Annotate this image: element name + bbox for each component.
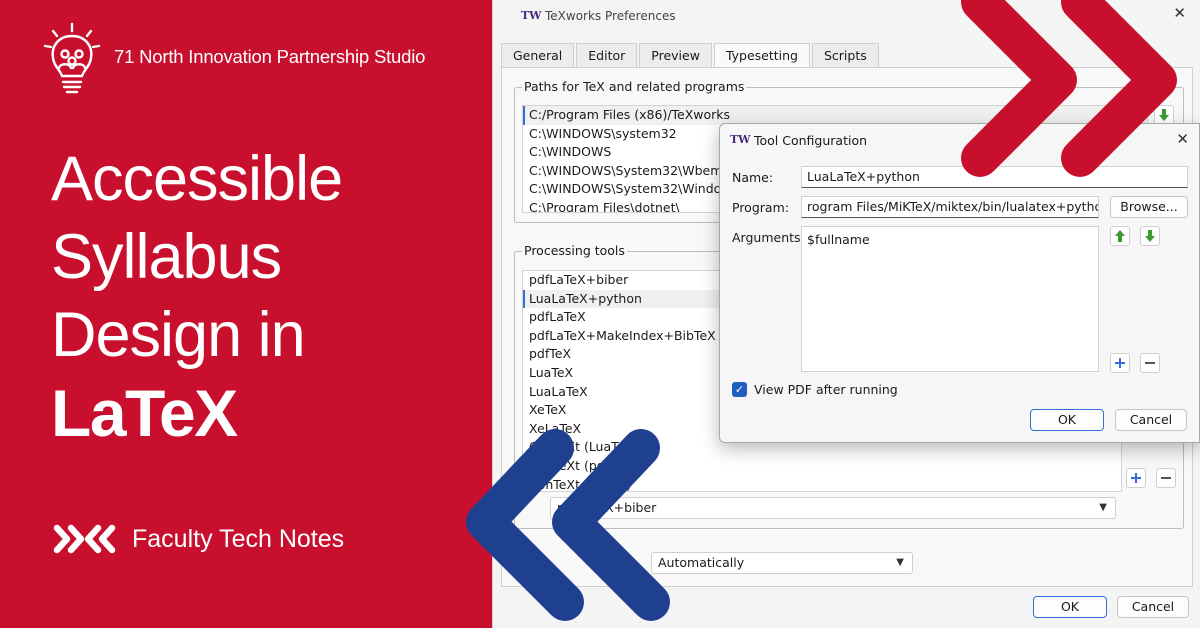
dialog-title-text: Tool Configuration <box>754 132 868 148</box>
auto-hide-value: Automatically <box>658 555 745 570</box>
headline-line-2: Syllabus <box>51 222 282 292</box>
list-item[interactable]: $fullname <box>807 232 1093 247</box>
dialog-title: TW Tool Configuration <box>730 132 867 148</box>
tool-configuration-dialog: TW Tool Configuration ✕ Name: LuaLaTeX+p… <box>719 123 1200 443</box>
remove-argument-button[interactable] <box>1140 353 1160 373</box>
arrow-up-icon <box>1115 230 1125 242</box>
argument-move-down-button[interactable] <box>1140 226 1160 246</box>
tab-preview[interactable]: Preview <box>639 43 712 67</box>
close-icon[interactable]: ✕ <box>1173 4 1186 22</box>
paths-group-title: Paths for TeX and related programs <box>522 79 747 94</box>
chevron-down-icon: ▼ <box>896 557 904 568</box>
program-field[interactable]: rogram Files/MiKTeX/miktex/bin/lualatex+… <box>801 196 1099 218</box>
brand-panel: 71 North Innovation Partnership Studio A… <box>0 0 500 628</box>
tab-bar: General Editor Preview Typesetting Scrip… <box>501 43 879 67</box>
tab-typesetting[interactable]: Typesetting <box>713 43 810 67</box>
add-tool-button[interactable] <box>1126 468 1146 488</box>
checkmark-icon[interactable]: ✓ <box>732 382 747 397</box>
lightbulb-people-icon <box>43 22 101 94</box>
list-item[interactable]: ConTeXt (pdfTeX) <box>523 457 1121 476</box>
dialog-cancel-button[interactable]: Cancel <box>1115 409 1187 431</box>
tab-editor[interactable]: Editor <box>576 43 638 67</box>
texworks-logo-icon: TW <box>521 9 542 22</box>
plus-icon <box>1115 358 1125 368</box>
remove-tool-button[interactable] <box>1156 468 1176 488</box>
minus-icon <box>1145 362 1155 364</box>
page-title: Accessible Syllabus Design in LaTeX <box>51 140 343 452</box>
add-argument-button[interactable] <box>1110 353 1130 373</box>
headline-line-4: LaTeX <box>51 376 238 450</box>
program-label: Program: <box>732 200 789 215</box>
chevrons-icon <box>53 524 116 554</box>
arguments-list[interactable]: $fullname <box>801 226 1099 372</box>
plus-icon <box>1131 473 1141 483</box>
window-title-text: TeXworks Preferences <box>545 9 676 23</box>
texworks-logo-icon: TW <box>730 133 751 146</box>
chevron-down-icon: ▼ <box>1099 502 1107 513</box>
prefs-cancel-button[interactable]: Cancel <box>1117 596 1189 618</box>
path-move-down-button[interactable] <box>1154 105 1174 125</box>
minus-icon <box>1161 477 1171 479</box>
prefs-ok-button[interactable]: OK <box>1033 596 1107 618</box>
tools-group-title: Processing tools <box>522 243 627 258</box>
series-tag: Faculty Tech Notes <box>52 522 344 556</box>
dialog-ok-button[interactable]: OK <box>1030 409 1104 431</box>
name-label: Name: <box>732 170 774 185</box>
window-title: TW TeXworks Preferences <box>521 8 676 24</box>
headline-line-1: Accessible <box>51 144 343 214</box>
list-item[interactable]: ConTeXt (XeTeX) <box>523 476 1121 491</box>
default-tool-value: pdfLaTeX+biber <box>557 500 657 515</box>
studio-name: 71 North Innovation Partnership Studio <box>114 46 426 67</box>
auto-hide-select[interactable]: Automatically ▼ <box>651 552 913 574</box>
arrow-down-icon <box>1145 230 1155 242</box>
arguments-label: Arguments: <box>732 230 805 245</box>
close-icon[interactable]: ✕ <box>1176 130 1189 148</box>
list-item[interactable]: C:/Program Files (x86)/TeXworks <box>523 106 1147 125</box>
default-tool-select[interactable]: pdfLaTeX+biber ▼ <box>550 497 1116 519</box>
view-pdf-checkbox[interactable]: ✓ View PDF after running <box>732 382 898 397</box>
name-field[interactable]: LuaLaTeX+python <box>801 166 1188 188</box>
series-name: Faculty Tech Notes <box>132 524 345 553</box>
browse-button[interactable]: Browse... <box>1110 196 1188 218</box>
tab-general[interactable]: General <box>501 43 575 67</box>
studio-header: 71 North Innovation Partnership Studio <box>42 22 425 98</box>
arrow-down-icon <box>1159 109 1169 121</box>
tab-scripts[interactable]: Scripts <box>811 43 879 67</box>
view-pdf-label: View PDF after running <box>754 382 898 397</box>
argument-move-up-button[interactable] <box>1110 226 1130 246</box>
headline-line-3: Design in <box>51 300 306 370</box>
